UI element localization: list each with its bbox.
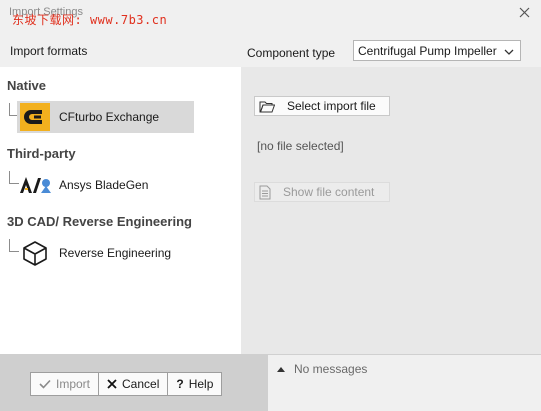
category-3d-cad: 3D CAD/ Reverse Engineering [7,214,192,229]
format-item-cfturbo[interactable]: CFturbo Exchange [17,101,194,133]
document-icon [259,185,271,200]
dialog-button-group: Import Cancel ? Help [30,372,223,396]
question-mark-icon: ? [176,377,184,391]
title-bar: Import Settings 东坡下载网: www.7b3.cn [0,0,541,28]
import-label: Import [56,377,91,391]
format-item-ansys-bladegen[interactable]: Ansys BladeGen [17,169,148,201]
cube-icon [19,240,51,266]
folder-open-icon [259,100,275,113]
show-file-content-label: Show file content [283,185,375,199]
component-type-select[interactable]: Centrifugal Pump Impeller [353,40,521,61]
messages-status: No messages [294,362,368,376]
checkmark-icon [39,379,51,389]
close-icon [107,379,117,389]
chevron-down-icon [504,46,514,60]
ansys-logo-icon [19,172,51,198]
format-label: Ansys BladeGen [59,178,149,192]
formats-panel: Native CFturbo Exchange Third-party Ansy… [0,67,241,354]
format-item-reverse-engineering[interactable]: Reverse Engineering [17,237,171,269]
help-label: Help [188,377,214,391]
category-native: Native [7,78,47,93]
import-button[interactable]: Import [31,373,100,395]
file-status-text: [no file selected] [257,139,344,153]
help-button[interactable]: ? Help [168,373,221,395]
format-label: CFturbo Exchange [59,110,160,124]
close-button[interactable] [517,5,533,21]
import-formats-heading: Import formats [10,44,88,58]
component-type-value: Centrifugal Pump Impeller [358,43,497,58]
select-import-file-label: Select import file [287,99,376,113]
select-import-file-button[interactable]: Select import file [254,96,390,116]
show-file-content-button[interactable]: Show file content [254,182,390,202]
close-icon [519,7,530,18]
category-third-party: Third-party [7,146,76,161]
watermark-text: 东坡下载网: www.7b3.cn [12,13,168,27]
expand-up-icon[interactable] [276,363,286,377]
format-label: Reverse Engineering [59,246,172,260]
cancel-button[interactable]: Cancel [99,373,169,395]
cancel-label: Cancel [122,377,160,391]
component-type-label: Component type [247,46,336,60]
cfturbo-logo-icon [19,103,51,131]
